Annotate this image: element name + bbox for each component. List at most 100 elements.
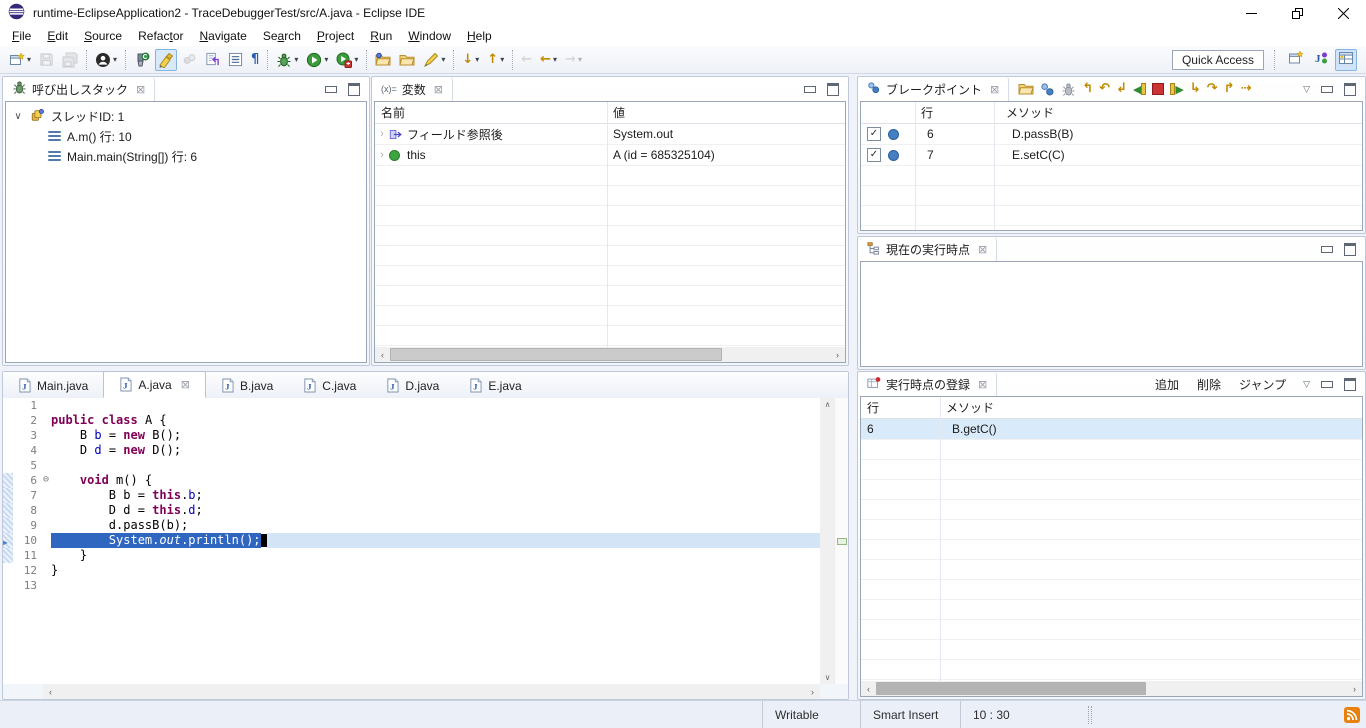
tab-exec-point-registration[interactable]: 実行時点の登録 ⊠	[858, 372, 997, 396]
line-number[interactable]: 6	[13, 473, 41, 488]
scroll-down-icon[interactable]: ∨	[825, 673, 831, 682]
exec-point-row[interactable]: 6 B.getC()	[861, 419, 1362, 440]
menu-edit[interactable]: Edit	[39, 27, 76, 45]
variables-hscrollbar[interactable]: ‹ ›	[375, 347, 845, 362]
line-number[interactable]: 4	[13, 443, 41, 458]
step-return-button[interactable]: ↱	[1222, 78, 1237, 100]
line-number[interactable]: 3	[13, 428, 41, 443]
variable-row[interactable]: › this A (id = 685325104)	[375, 145, 845, 166]
code-line[interactable]: 13	[3, 578, 820, 593]
editor-tab-a-java[interactable]: J A.java ⊠	[103, 371, 206, 398]
save-button[interactable]	[36, 49, 57, 71]
column-divider[interactable]	[915, 102, 916, 230]
line-number[interactable]: 10	[13, 533, 41, 548]
maximize-view-button[interactable]	[1344, 243, 1356, 256]
line-number[interactable]: 8	[13, 503, 41, 518]
close-view-icon[interactable]: ⊠	[978, 378, 987, 391]
code-line[interactable]: 6 ⊖ void m() {	[3, 473, 820, 488]
maximize-view-button[interactable]	[1344, 83, 1356, 96]
code-line[interactable]: 12 }	[3, 563, 820, 578]
annotation-ruler[interactable]	[3, 578, 13, 593]
column-divider[interactable]	[607, 102, 608, 347]
run-to-line-button[interactable]: ⇢	[1239, 78, 1254, 100]
menu-search[interactable]: Search	[255, 27, 309, 45]
expand-icon[interactable]: ›	[375, 149, 389, 161]
open-folder-button[interactable]	[1016, 78, 1036, 100]
code-line[interactable]: 11 }	[3, 548, 820, 563]
annotation-ruler[interactable]	[3, 458, 13, 473]
run-secure-button[interactable]: ▾	[333, 49, 361, 71]
user-account-button[interactable]: ▾	[92, 49, 120, 71]
annotation-ruler[interactable]	[3, 518, 13, 533]
menu-source[interactable]: Source	[76, 27, 130, 45]
scroll-right-icon[interactable]: ›	[830, 350, 845, 360]
capture-trace-button[interactable]	[131, 49, 153, 71]
run-button[interactable]: ▾	[303, 49, 331, 71]
tab-current-exec-point[interactable]: 現在の実行時点 ⊠	[858, 237, 997, 261]
editor-tab-b-java[interactable]: J B.java	[206, 373, 288, 398]
code-line[interactable]: 7 B b = this.b;	[3, 488, 820, 503]
column-divider[interactable]	[940, 397, 941, 681]
scroll-left-icon[interactable]: ‹	[861, 684, 876, 694]
code-line[interactable]: 4 D d = new D();	[3, 443, 820, 458]
annotation-ruler[interactable]	[3, 413, 13, 428]
line-number[interactable]: 12	[13, 563, 41, 578]
java-perspective-button[interactable]: J	[1310, 49, 1332, 71]
code-line[interactable]: 9 d.passB(b);	[3, 518, 820, 533]
maximize-view-button[interactable]	[348, 83, 360, 96]
code-line[interactable]: 8 D d = this.d;	[3, 503, 820, 518]
line-number[interactable]: 5	[13, 458, 41, 473]
skip-breakpoints-button[interactable]	[1059, 78, 1078, 100]
breakpoint-row[interactable]: ✓ 7 E.setC(C)	[861, 145, 1362, 166]
line-number[interactable]: 9	[13, 518, 41, 533]
last-edit-location-button[interactable]: ↓▾	[459, 49, 482, 71]
expanded-icon[interactable]: ∨	[12, 111, 24, 122]
column-divider[interactable]	[994, 102, 995, 230]
add-button[interactable]: 追加	[1146, 376, 1188, 393]
menu-help[interactable]: Help	[459, 27, 500, 45]
variable-row[interactable]: › フィールド参照後 System.out	[375, 124, 845, 145]
close-window-button[interactable]	[1320, 0, 1366, 26]
menu-file[interactable]: File	[4, 27, 39, 45]
fold-marker[interactable]: ⊖	[41, 473, 51, 488]
menu-refactor[interactable]: Refactor	[130, 27, 191, 45]
editor-hscrollbar[interactable]: ‹ ›	[43, 684, 820, 699]
forward-button[interactable]: →▾	[562, 49, 585, 71]
debug-perspective-button[interactable]	[1335, 49, 1357, 71]
breakpoint-row[interactable]: ✓ 6 D.passB(B)	[861, 124, 1362, 145]
line-number[interactable]: 1	[13, 398, 41, 413]
pause-gray-button[interactable]	[179, 49, 200, 71]
scroll-right-icon[interactable]: ›	[1347, 684, 1362, 694]
breakpoint-checkbox[interactable]: ✓	[867, 148, 881, 162]
step-into-button[interactable]: ↳	[1188, 78, 1203, 100]
debug-button[interactable]: ▾	[273, 49, 301, 71]
code-line[interactable]: 3 B b = new B();	[3, 428, 820, 443]
maximize-view-button[interactable]	[1344, 378, 1356, 391]
stack-frame-row[interactable]: A.m() 行: 10	[6, 126, 366, 146]
marker-pen-button[interactable]: ▾	[420, 49, 448, 71]
annotation-ruler[interactable]	[3, 428, 13, 443]
resume-backward-button[interactable]: ◀	[1131, 78, 1148, 100]
menu-window[interactable]: Window	[400, 27, 459, 45]
maximize-view-button[interactable]	[827, 83, 839, 96]
selected-code[interactable]: System.out.println();	[51, 533, 261, 548]
highlighter-button[interactable]	[155, 49, 177, 71]
step-back-into-button[interactable]: ↰	[1080, 78, 1095, 100]
editor-tab-e-java[interactable]: J E.java	[454, 373, 536, 398]
minimize-view-button[interactable]	[1321, 381, 1333, 388]
editor-tab-c-java[interactable]: J C.java	[288, 373, 371, 398]
back-button[interactable]: ←▾	[537, 49, 560, 71]
previous-edit-button[interactable]: ↑▾	[484, 49, 507, 71]
tab-breakpoints[interactable]: ブレークポイント ⊠	[858, 77, 1009, 101]
close-tab-icon[interactable]: ⊠	[181, 378, 190, 391]
annotation-ruler[interactable]	[3, 398, 13, 413]
code-editor[interactable]: 1 2 public class A { 3 B b = new B(); 4 …	[3, 398, 820, 684]
annotation-ruler[interactable]	[3, 503, 13, 518]
minimize-view-button[interactable]	[1321, 86, 1333, 93]
editor-tab-d-java[interactable]: J D.java	[371, 373, 454, 398]
code-line[interactable]: ▶ 10 System.out.println();	[3, 533, 820, 548]
step-back-over-button[interactable]: ↶	[1097, 78, 1112, 100]
scrollbar-thumb[interactable]	[390, 348, 722, 361]
close-view-icon[interactable]: ⊠	[978, 243, 987, 256]
close-view-icon[interactable]: ⊠	[136, 83, 145, 96]
